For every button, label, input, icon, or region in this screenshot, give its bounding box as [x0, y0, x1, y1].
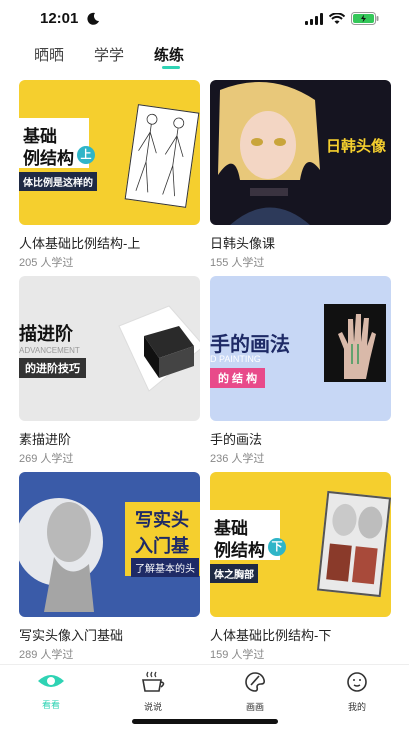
course-card[interactable]: 日韩头像 日韩头像课 155 人学过 [210, 80, 391, 270]
thumb-text: 入门基 [135, 536, 189, 556]
course-card[interactable]: 描进阶 ADVANCEMENT 的进阶技巧 素描进阶 269 人学过 [19, 276, 200, 466]
course-thumbnail: 手的画法 D PAINTING 的 结 构 [210, 276, 391, 421]
wifi-icon [329, 12, 345, 24]
thumb-text: 例结构 [214, 541, 265, 560]
learner-count: 236 人学过 [210, 453, 265, 465]
status-bar: 12:01 [0, 0, 409, 40]
course-title: 人体基础比例结构-下 [210, 628, 332, 643]
tab-label: 学学 [94, 47, 125, 64]
tabbar-label: 我的 [347, 702, 366, 712]
course-card[interactable]: 写实头 入门基 了解基本的头 写实头像入门基础 289 人学过 [19, 472, 200, 662]
tab-shaishai[interactable]: 晒晒 [34, 44, 64, 65]
status-time: 12:01 [40, 10, 79, 27]
tabbar-label: 看看 [41, 700, 60, 710]
top-tabs: 晒晒 学学 练练 [34, 44, 185, 69]
course-thumbnail: 描进阶 ADVANCEMENT 的进阶技巧 [19, 276, 200, 421]
tab-lianlian[interactable]: 练练 [154, 44, 185, 69]
course-title: 素描进阶 [19, 432, 72, 447]
hand-photo [324, 304, 386, 382]
status-right [305, 12, 379, 25]
thumb-text: 例结构 [23, 149, 74, 168]
thumb-subtitle: 的 结 构 [210, 368, 266, 388]
learner-count: 269 人学过 [19, 453, 74, 465]
learner-count: 205 人学过 [19, 257, 74, 269]
learner-count: 159 人学过 [210, 649, 265, 661]
coffee-cup-icon [142, 671, 165, 692]
thumb-subtitle: 了解基本的头 [131, 558, 199, 577]
course-card[interactable]: 手的画法 D PAINTING 的 结 构 手的画法 236 人学过 [210, 276, 391, 466]
thumb-subtitle: 体比例是这样的 [19, 172, 97, 191]
moon-icon [87, 12, 99, 25]
learner-count: 289 人学过 [19, 649, 74, 661]
figure-sketch [124, 104, 200, 208]
course-card[interactable]: 基础 例结构 上 体比例是这样的 人体基础比例结构-上 205 人学过 [19, 80, 200, 270]
course-title: 日韩头像课 [210, 236, 276, 251]
cellular-icon [305, 12, 323, 25]
thumb-badge: 上 [77, 146, 95, 164]
course-thumbnail: 基础 例结构 上 体比例是这样的 [19, 80, 200, 225]
thumb-text: 描进阶 [19, 324, 73, 344]
thumb-text: ADVANCEMENT [19, 346, 80, 355]
course-title: 手的画法 [210, 432, 263, 447]
course-title: 人体基础比例结构-上 [19, 236, 141, 251]
battery-icon [351, 12, 379, 25]
eye-icon [38, 675, 64, 687]
body-proportion-sketch [135, 113, 185, 197]
thumb-subtitle: 的进阶技巧 [19, 358, 86, 378]
tab-label: 练练 [154, 47, 185, 64]
thumb-text: D PAINTING [210, 354, 261, 364]
learner-count: 155 人学过 [210, 257, 265, 269]
course-thumbnail: 日韩头像 [210, 80, 391, 225]
cube-illustration [118, 305, 200, 392]
thumb-text: 日韩头像 [326, 138, 387, 155]
tabbar-item-kankan[interactable]: 看看 [21, 671, 81, 711]
tab-label: 晒晒 [34, 47, 65, 64]
course-thumbnail: 写实头 入门基 了解基本的头 [19, 472, 200, 617]
hand-sketch [338, 314, 376, 379]
thumb-text: 手的画法 [210, 334, 290, 356]
tabbar-item-shuoshuo[interactable]: 说说 [123, 671, 183, 713]
tabbar-item-wode[interactable]: 我的 [327, 671, 387, 713]
tabbar-item-huahua[interactable]: 画画 [225, 671, 285, 713]
anatomy-sketch [326, 503, 383, 585]
palette-icon [245, 672, 265, 692]
tabbar-label: 画画 [245, 702, 264, 712]
course-card[interactable]: 基础 例结构 下 体之胸部 人体基础比例结构-下 159 人学过 [210, 472, 391, 662]
home-indicator[interactable] [132, 719, 278, 724]
face-icon [347, 672, 367, 692]
thumb-badge: 下 [268, 538, 286, 556]
anime-portrait [218, 82, 320, 225]
course-thumbnail: 基础 例结构 下 体之胸部 [210, 472, 391, 617]
thumb-subtitle: 体之胸部 [210, 564, 258, 583]
active-tab-indicator [162, 66, 181, 69]
course-title: 写实头像入门基础 [19, 628, 124, 643]
tabbar-label: 说说 [143, 702, 162, 712]
plaster-head [19, 498, 103, 612]
anatomy-photo [316, 490, 391, 598]
thumb-text: 写实头 [135, 510, 189, 530]
tab-xuexue[interactable]: 学学 [94, 44, 124, 65]
